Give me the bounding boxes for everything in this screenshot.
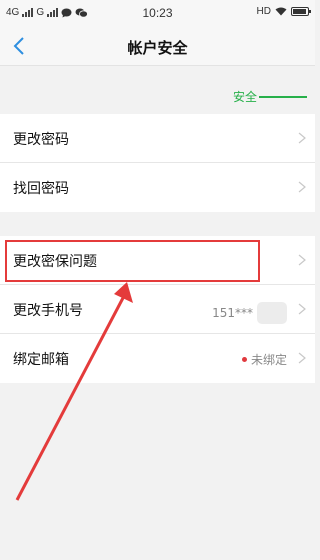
email-status-text: 未绑定 — [250, 353, 287, 367]
account-group-1: 更改密码 找回密码 — [0, 114, 315, 212]
status-right: HD — [256, 6, 311, 17]
page-title: 帐户安全 — [127, 39, 188, 57]
chevron-right-icon — [298, 254, 306, 266]
row-label: 找回密码 — [13, 181, 69, 197]
email-status: 未绑定 — [241, 351, 287, 368]
phone-number: 151*** — [212, 306, 253, 320]
account-group-2: 更改密保问题 更改手机号 151*** 绑定邮箱 未绑定 — [0, 236, 315, 383]
chevron-right-icon — [298, 181, 306, 193]
status-bar: 4G G 10:23 HD — [0, 0, 315, 26]
row-label: 绑定邮箱 — [13, 352, 69, 368]
security-level-strip: 安全 — [0, 66, 315, 114]
row-label: 更改密保问题 — [13, 254, 97, 270]
bind-email-row[interactable]: 绑定邮箱 未绑定 — [0, 334, 315, 383]
change-phone-row[interactable]: 更改手机号 151*** — [0, 285, 315, 334]
chevron-right-icon — [298, 352, 306, 364]
retrieve-password-row[interactable]: 找回密码 — [0, 163, 315, 212]
row-label: 更改手机号 — [13, 303, 83, 319]
chevron-right-icon — [298, 132, 306, 144]
wifi-icon — [275, 7, 287, 16]
change-password-row[interactable]: 更改密码 — [0, 114, 315, 163]
change-security-question-row[interactable]: 更改密保问题 — [0, 236, 315, 285]
chevron-right-icon — [298, 303, 306, 315]
battery-icon — [291, 7, 311, 16]
row-label: 更改密码 — [13, 132, 69, 148]
masked-phone-blur — [257, 302, 287, 324]
phone-value: 151*** — [212, 302, 287, 324]
unbound-dot-icon — [241, 357, 247, 362]
security-level-bar — [259, 96, 307, 98]
header-bar: 帐户安全 — [0, 26, 315, 66]
security-level-label: 安全 — [232, 90, 257, 104]
hd-label: HD — [256, 6, 271, 17]
